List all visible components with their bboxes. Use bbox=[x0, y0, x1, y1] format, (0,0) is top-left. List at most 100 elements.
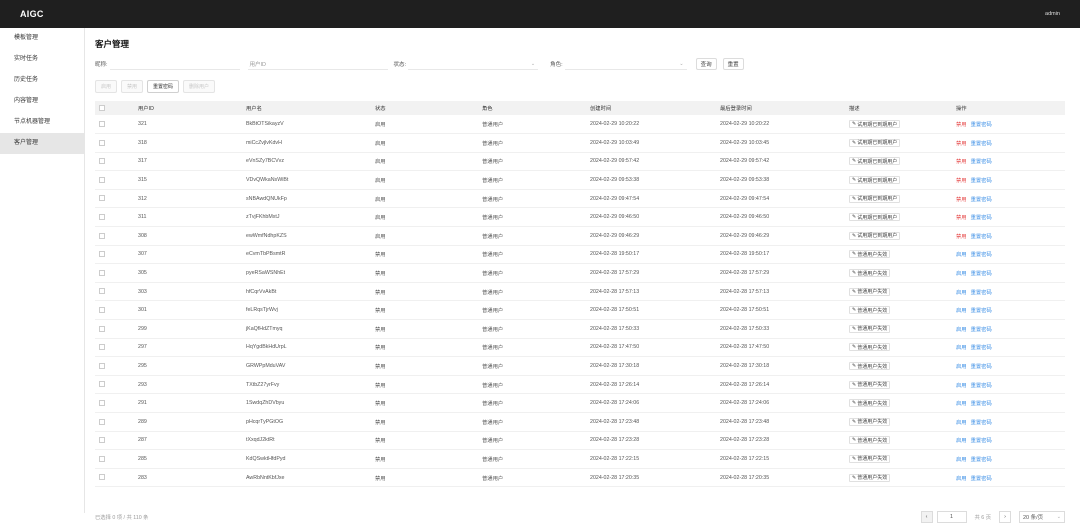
desc-edit-button[interactable]: ✎ 普通用户失效 bbox=[849, 362, 891, 371]
delete-user-button[interactable]: 删除用户 bbox=[183, 80, 216, 93]
row-checkbox[interactable] bbox=[99, 307, 105, 314]
col-created[interactable]: 创建时间 bbox=[590, 101, 720, 115]
desc-edit-button[interactable]: ✎ 普通用户失效 bbox=[849, 417, 891, 426]
select-all-checkbox[interactable] bbox=[99, 104, 105, 111]
table-row[interactable]: 321 BkBtOTSikayzV 启用 普通用户 2024-02-29 10:20:2… bbox=[95, 115, 1065, 134]
table-row[interactable]: 285 KdQSwktHfdPyd 禁用 普通用户 2024-02-28 17:22:1… bbox=[95, 450, 1065, 469]
sidebar-item[interactable]: 客户管理 bbox=[0, 133, 84, 154]
status-select[interactable]: ⌄ bbox=[408, 59, 539, 70]
sidebar-item[interactable]: 历史任务 bbox=[0, 70, 84, 91]
toggle-status-link[interactable]: 启用 bbox=[956, 308, 967, 314]
reset-password-link[interactable]: 重置密码 bbox=[971, 197, 992, 203]
page-size-select[interactable]: 20 条/页 ⌄ bbox=[1019, 510, 1065, 523]
desc-edit-button[interactable]: ✎ 普通用户失效 bbox=[849, 306, 891, 315]
toggle-status-link[interactable]: 启用 bbox=[956, 401, 967, 407]
reset-button[interactable]: 重置 bbox=[722, 58, 744, 70]
desc-edit-button[interactable]: ✎ 普通用户失效 bbox=[849, 287, 891, 296]
row-checkbox[interactable] bbox=[99, 120, 105, 127]
reset-password-link[interactable]: 重置密码 bbox=[971, 457, 992, 463]
reset-password-link[interactable]: 重置密码 bbox=[971, 252, 992, 258]
reset-password-link[interactable]: 重置密码 bbox=[971, 401, 992, 407]
desc-edit-button[interactable]: ✎ 试用期已到期用户 bbox=[849, 120, 901, 129]
sidebar-item[interactable]: 节点机器管理 bbox=[0, 112, 84, 133]
row-checkbox[interactable] bbox=[99, 344, 105, 351]
row-checkbox[interactable] bbox=[99, 214, 105, 221]
row-checkbox[interactable] bbox=[99, 232, 105, 239]
table-row[interactable]: 283 AwRbNntKbfJxe 禁用 普通用户 2024-02-28 17:20:3… bbox=[95, 468, 1065, 487]
row-checkbox[interactable] bbox=[99, 418, 105, 425]
toggle-status-link[interactable]: 启用 bbox=[956, 383, 967, 389]
table-row[interactable]: 312 sNBAwdQNUkFp 启用 普通用户 2024-02-29 09:47:54… bbox=[95, 189, 1065, 208]
table-row[interactable]: 295 GRWPpMduVAV 禁用 普通用户 2024-02-28 17:30:18 2… bbox=[95, 357, 1065, 376]
query-button[interactable]: 查询 bbox=[695, 58, 717, 70]
table-row[interactable]: 293 TXtbZ27yrFvy 禁用 普通用户 2024-02-28 17:26:14… bbox=[95, 375, 1065, 394]
reset-password-link[interactable]: 重置密码 bbox=[971, 141, 992, 147]
reset-password-link[interactable]: 重置密码 bbox=[971, 476, 992, 482]
reset-password-link[interactable]: 重置密码 bbox=[971, 364, 992, 370]
toggle-status-link[interactable]: 禁用 bbox=[956, 234, 967, 240]
reset-password-link[interactable]: 重置密码 bbox=[971, 122, 992, 128]
table-row[interactable]: 311 zTvjFKhbMxtJ 启用 普通用户 2024-02-29 09:46:50… bbox=[95, 208, 1065, 227]
row-checkbox[interactable] bbox=[99, 474, 105, 481]
desc-edit-button[interactable]: ✎ 普通用户失效 bbox=[849, 250, 891, 259]
row-checkbox[interactable] bbox=[99, 400, 105, 406]
desc-edit-button[interactable]: ✎ 普通用户失效 bbox=[849, 343, 891, 352]
desc-edit-button[interactable]: ✎ 试用期已到期用户 bbox=[849, 157, 901, 166]
col-status[interactable]: 状态 bbox=[375, 101, 482, 115]
prev-page-button[interactable]: ‹ bbox=[920, 510, 933, 523]
col-username[interactable]: 用户名 bbox=[246, 101, 375, 115]
row-checkbox[interactable] bbox=[99, 269, 105, 276]
toggle-status-link[interactable]: 启用 bbox=[956, 271, 967, 277]
table-row[interactable]: 318 miCcZvjlvKdvH 启用 普通用户 2024-02-29 10:03:4… bbox=[95, 134, 1065, 153]
role-select[interactable]: ⌄ bbox=[564, 59, 687, 70]
toggle-status-link[interactable]: 禁用 bbox=[956, 141, 967, 147]
reset-password-link[interactable]: 重置密码 bbox=[971, 345, 992, 351]
row-checkbox[interactable] bbox=[99, 455, 105, 462]
table-row[interactable]: 305 pyeRSaWSNhEt 禁用 普通用户 2024-02-28 17:57:29… bbox=[95, 264, 1065, 283]
toggle-status-link[interactable]: 启用 bbox=[956, 457, 967, 463]
reset-password-link[interactable]: 重置密码 bbox=[971, 271, 992, 277]
sidebar-item[interactable]: 模板管理 bbox=[0, 28, 84, 49]
next-page-button[interactable]: › bbox=[999, 510, 1011, 523]
toggle-status-link[interactable]: 启用 bbox=[956, 438, 967, 444]
table-row[interactable]: 287 tXxqdJ2ktRt 禁用 普通用户 2024-02-28 17:23:28 2… bbox=[95, 431, 1065, 450]
desc-edit-button[interactable]: ✎ 试用期已到期用户 bbox=[849, 194, 901, 203]
reset-password-link[interactable]: 重置密码 bbox=[971, 327, 992, 333]
toggle-status-link[interactable]: 启用 bbox=[956, 327, 967, 333]
desc-edit-button[interactable]: ✎ 试用期已到期用户 bbox=[849, 138, 901, 147]
row-checkbox[interactable] bbox=[99, 362, 105, 369]
table-row[interactable]: 308 ewWmfNdhpKZS 启用 普通用户 2024-02-29 09:46:29… bbox=[95, 227, 1065, 246]
row-checkbox[interactable] bbox=[99, 325, 105, 332]
desc-edit-button[interactable]: ✎ 试用期已到期用户 bbox=[849, 176, 901, 185]
sidebar-item[interactable]: 内容管理 bbox=[0, 91, 84, 112]
toggle-status-link[interactable]: 启用 bbox=[956, 420, 967, 426]
page-input[interactable]: 1 bbox=[936, 510, 967, 523]
toggle-status-link[interactable]: 禁用 bbox=[956, 178, 967, 184]
row-checkbox[interactable] bbox=[99, 139, 105, 146]
desc-edit-button[interactable]: ✎ 普通用户失效 bbox=[849, 454, 891, 463]
row-checkbox[interactable] bbox=[99, 437, 105, 444]
user-menu[interactable]: admin bbox=[1045, 11, 1060, 17]
table-row[interactable]: 303 hfCqrVvAkBt 禁用 普通用户 2024-02-28 17:57:13 2… bbox=[95, 282, 1065, 301]
col-userid[interactable]: 用户ID bbox=[138, 101, 246, 115]
toggle-status-link[interactable]: 禁用 bbox=[956, 122, 967, 128]
table-row[interactable]: 307 eCvmTbPBsmtR 禁用 普通用户 2024-02-28 19:50:17… bbox=[95, 245, 1065, 264]
col-last-login[interactable]: 最后登录时间 bbox=[720, 101, 849, 115]
toggle-status-link[interactable]: 禁用 bbox=[956, 197, 967, 203]
sidebar-item[interactable]: 实时任务 bbox=[0, 49, 84, 70]
reset-password-button[interactable]: 重置密码 bbox=[147, 80, 180, 93]
row-checkbox[interactable] bbox=[99, 195, 105, 202]
row-checkbox[interactable] bbox=[99, 158, 105, 165]
desc-edit-button[interactable]: ✎ 普通用户失效 bbox=[849, 473, 891, 482]
toggle-status-link[interactable]: 启用 bbox=[956, 345, 967, 351]
reset-password-link[interactable]: 重置密码 bbox=[971, 234, 992, 240]
disable-button[interactable]: 禁用 bbox=[121, 80, 144, 93]
col-role[interactable]: 角色 bbox=[482, 101, 590, 115]
reset-password-link[interactable]: 重置密码 bbox=[971, 420, 992, 426]
row-checkbox[interactable] bbox=[99, 251, 105, 258]
table-row[interactable]: 317 eVnSZy7BCVvz 启用 普通用户 2024-02-29 09:57:42… bbox=[95, 152, 1065, 171]
userid-input[interactable]: 用户ID bbox=[247, 59, 388, 70]
desc-edit-button[interactable]: ✎ 普通用户失效 bbox=[849, 436, 891, 445]
desc-edit-button[interactable]: ✎ 普通用户失效 bbox=[849, 269, 891, 278]
table-row[interactable]: 289 pHcqrTyPGtOG 禁用 普通用户 2024-02-28 17:23:48… bbox=[95, 413, 1065, 432]
